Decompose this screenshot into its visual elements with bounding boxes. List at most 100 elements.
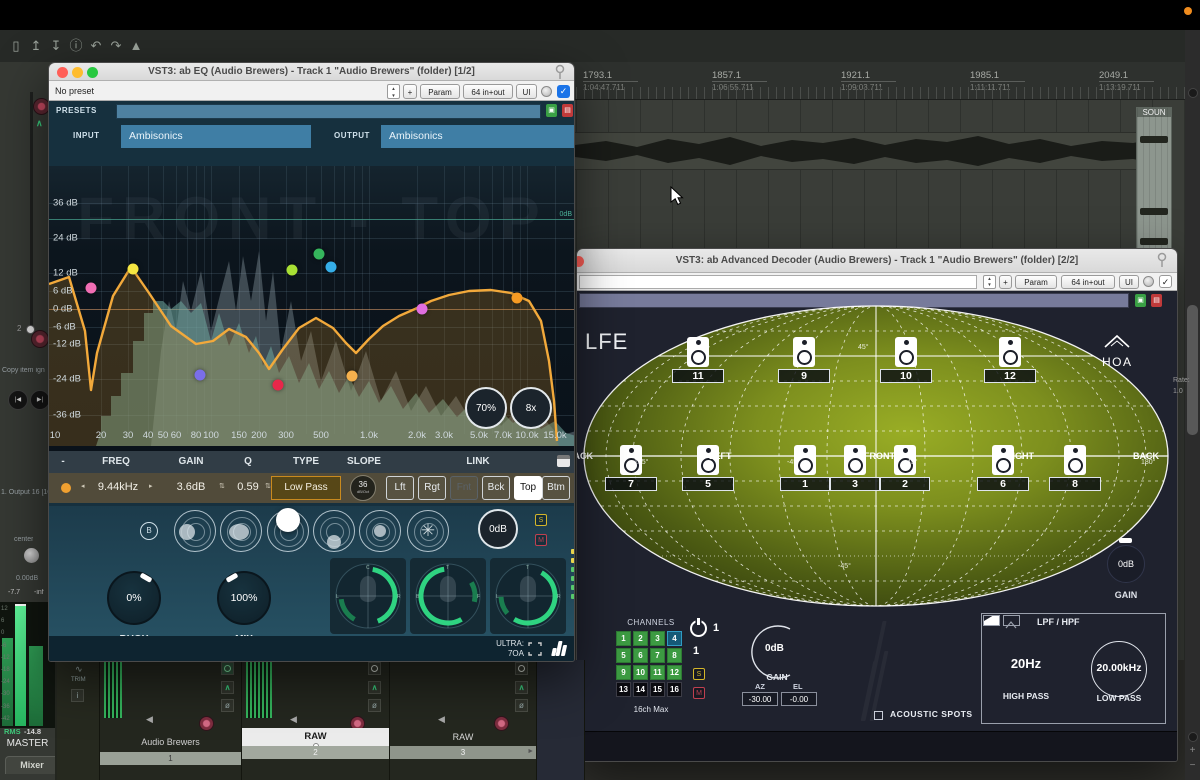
pan-knob[interactable] bbox=[24, 548, 39, 563]
mute-button[interactable]: M bbox=[535, 534, 547, 546]
analyzer-zoom-knob[interactable]: 8x bbox=[510, 387, 552, 429]
ui-button[interactable]: UI bbox=[1119, 275, 1139, 289]
output-gain-knob[interactable]: 0dB bbox=[478, 509, 518, 549]
band-q-value[interactable]: 0.59 bbox=[237, 481, 258, 493]
output-selector[interactable]: Ambisonics bbox=[381, 125, 575, 148]
mixer-strip-raw-2[interactable]: ∧ ø ◀ RAW 2 bbox=[242, 660, 390, 780]
toolbar-icon[interactable]: ↷ bbox=[106, 36, 126, 56]
io-button[interactable]: 64 in+out bbox=[463, 84, 513, 99]
envelope-icon[interactable]: ∧ bbox=[36, 118, 43, 129]
band-handle[interactable] bbox=[347, 371, 358, 382]
filter-peak-icon[interactable] bbox=[1003, 615, 1020, 626]
channel-cell[interactable]: 14 bbox=[633, 682, 648, 697]
speaker[interactable]: 7 bbox=[605, 445, 657, 491]
channel-cell[interactable]: 12 bbox=[667, 665, 682, 680]
high-pass-value[interactable]: 20Hz bbox=[987, 656, 1065, 671]
save-preset-icon[interactable]: ▣ bbox=[546, 104, 557, 117]
channel-cell[interactable]: 7 bbox=[650, 648, 665, 663]
record-arm-button[interactable] bbox=[31, 330, 49, 348]
wet-knob[interactable] bbox=[541, 86, 552, 97]
track-number-bar[interactable]: 2 bbox=[242, 746, 389, 759]
pattern-icon-2[interactable] bbox=[220, 510, 262, 552]
channel-cell[interactable]: 5 bbox=[616, 648, 631, 663]
fx-power-button[interactable] bbox=[515, 662, 528, 675]
speaker[interactable]: 1 bbox=[780, 445, 830, 491]
speaker-channel-box[interactable]: 3 bbox=[830, 477, 880, 491]
q-stepper[interactable]: ⇅ bbox=[265, 482, 271, 490]
io-button[interactable]: 64 in+out bbox=[1061, 275, 1115, 289]
buoy-knob[interactable]: 0% bbox=[107, 571, 161, 625]
vertical-scrollbar[interactable]: + − bbox=[1185, 30, 1200, 780]
track-number-bar[interactable]: 1 bbox=[100, 752, 241, 765]
pattern-icon-5[interactable] bbox=[359, 510, 401, 552]
bypass-checkbox[interactable]: ✓ bbox=[1159, 275, 1172, 288]
channel-cell[interactable]: 9 bbox=[616, 665, 631, 680]
go-to-start-button[interactable]: |◀ bbox=[8, 390, 28, 410]
param-button[interactable]: Param bbox=[1015, 275, 1057, 289]
toolbar-icon[interactable]: ↶ bbox=[86, 36, 106, 56]
pattern-icon-6[interactable]: ✳ bbox=[407, 510, 449, 552]
speaker-channel-box[interactable]: 5 bbox=[682, 477, 734, 491]
speaker-channel-box[interactable]: 6 bbox=[977, 477, 1029, 491]
speaker-channel-box[interactable]: 2 bbox=[880, 477, 930, 491]
link-button[interactable]: Rgt bbox=[418, 476, 446, 500]
strip-resize-arrow[interactable]: ► bbox=[527, 748, 534, 755]
pin-icon[interactable] bbox=[553, 64, 567, 80]
zoom-out-button[interactable]: − bbox=[1185, 760, 1200, 771]
pattern-selector-dot[interactable] bbox=[276, 508, 300, 532]
scroll-down-button[interactable] bbox=[1188, 732, 1198, 742]
band-color-dot[interactable] bbox=[61, 483, 71, 493]
mute-button[interactable]: M bbox=[693, 687, 705, 699]
band-handle[interactable] bbox=[273, 380, 284, 391]
eq-graph[interactable]: FRONT - TOP 0dB 36 dB24 dB12 dB6 dB0 dB-… bbox=[49, 166, 575, 451]
preset-name[interactable]: No preset bbox=[55, 86, 94, 96]
toolbar-icon[interactable]: ▲ bbox=[126, 36, 146, 56]
phase-button[interactable]: ø bbox=[368, 699, 381, 712]
band-handle[interactable] bbox=[512, 293, 523, 304]
speaker[interactable]: 10 bbox=[880, 337, 932, 383]
band-gain-value[interactable]: 3.6dB bbox=[177, 481, 206, 493]
mixer-strip-raw-3[interactable]: ∧ ø ◀ RAW 3 ► bbox=[390, 660, 537, 780]
envelope-button[interactable]: ∧ bbox=[515, 681, 528, 694]
toolbar-icon[interactable]: ↥ bbox=[26, 36, 46, 56]
envelope-button[interactable]: ∧ bbox=[221, 681, 234, 694]
band-freq-value[interactable]: 9.44kHz bbox=[98, 481, 138, 493]
speaker[interactable]: 8 bbox=[1049, 445, 1101, 491]
speaker-channel-box[interactable]: 7 bbox=[605, 477, 657, 491]
link-button[interactable]: Top bbox=[514, 476, 542, 500]
channel-cell[interactable]: 15 bbox=[650, 682, 665, 697]
decoder-title-bar[interactable]: VST3: ab Advanced Decoder (Audio Brewers… bbox=[577, 249, 1177, 273]
toolbar-icon[interactable]: ⓘ bbox=[66, 36, 86, 56]
channel-cell[interactable]: 3 bbox=[650, 631, 665, 646]
speaker[interactable]: 11 bbox=[672, 337, 724, 383]
channel-cell[interactable]: 2 bbox=[633, 631, 648, 646]
fx-power-button[interactable] bbox=[368, 662, 381, 675]
fx-power-button[interactable] bbox=[221, 662, 234, 675]
lfe-label[interactable]: LFE bbox=[585, 329, 628, 355]
hoa-logo[interactable]: HOA bbox=[1102, 333, 1133, 369]
speaker-channel-box[interactable]: 10 bbox=[880, 369, 932, 383]
speaker-channel-box[interactable]: 1 bbox=[780, 477, 830, 491]
azimuth-field[interactable]: -30.00 bbox=[742, 692, 778, 706]
link-button[interactable]: Fnt bbox=[450, 476, 478, 500]
info-button[interactable]: i bbox=[71, 689, 84, 702]
track-name[interactable]: Audio Brewers bbox=[100, 737, 241, 747]
audio-item-lane[interactable] bbox=[575, 132, 1160, 170]
go-to-end-button[interactable]: ▶| bbox=[30, 390, 50, 410]
solo-button[interactable]: S bbox=[535, 514, 547, 526]
speaker-channel-box[interactable]: 11 bbox=[672, 369, 724, 383]
remove-band-button[interactable]: - bbox=[61, 456, 64, 467]
speaker-channel-box[interactable]: 9 bbox=[778, 369, 830, 383]
mixer-tab[interactable]: Mixer bbox=[5, 756, 59, 774]
toolbar-icon[interactable]: ↧ bbox=[46, 36, 66, 56]
envelope-button[interactable]: ∧ bbox=[368, 681, 381, 694]
band-handle[interactable] bbox=[128, 264, 139, 275]
eq-plugin-window[interactable]: VST3: ab EQ (Audio Brewers) - Track 1 "A… bbox=[48, 62, 575, 662]
link-button[interactable]: Lft bbox=[386, 476, 414, 500]
decoder-gain-knob[interactable]: 0dB bbox=[1107, 545, 1145, 583]
phase-button[interactable]: ø bbox=[515, 699, 528, 712]
elevation-field[interactable]: -0.00 bbox=[781, 692, 817, 706]
bypass-checkbox[interactable]: ✓ bbox=[557, 85, 570, 98]
preset-field[interactable] bbox=[579, 275, 977, 289]
link-button[interactable]: Bck bbox=[482, 476, 510, 500]
